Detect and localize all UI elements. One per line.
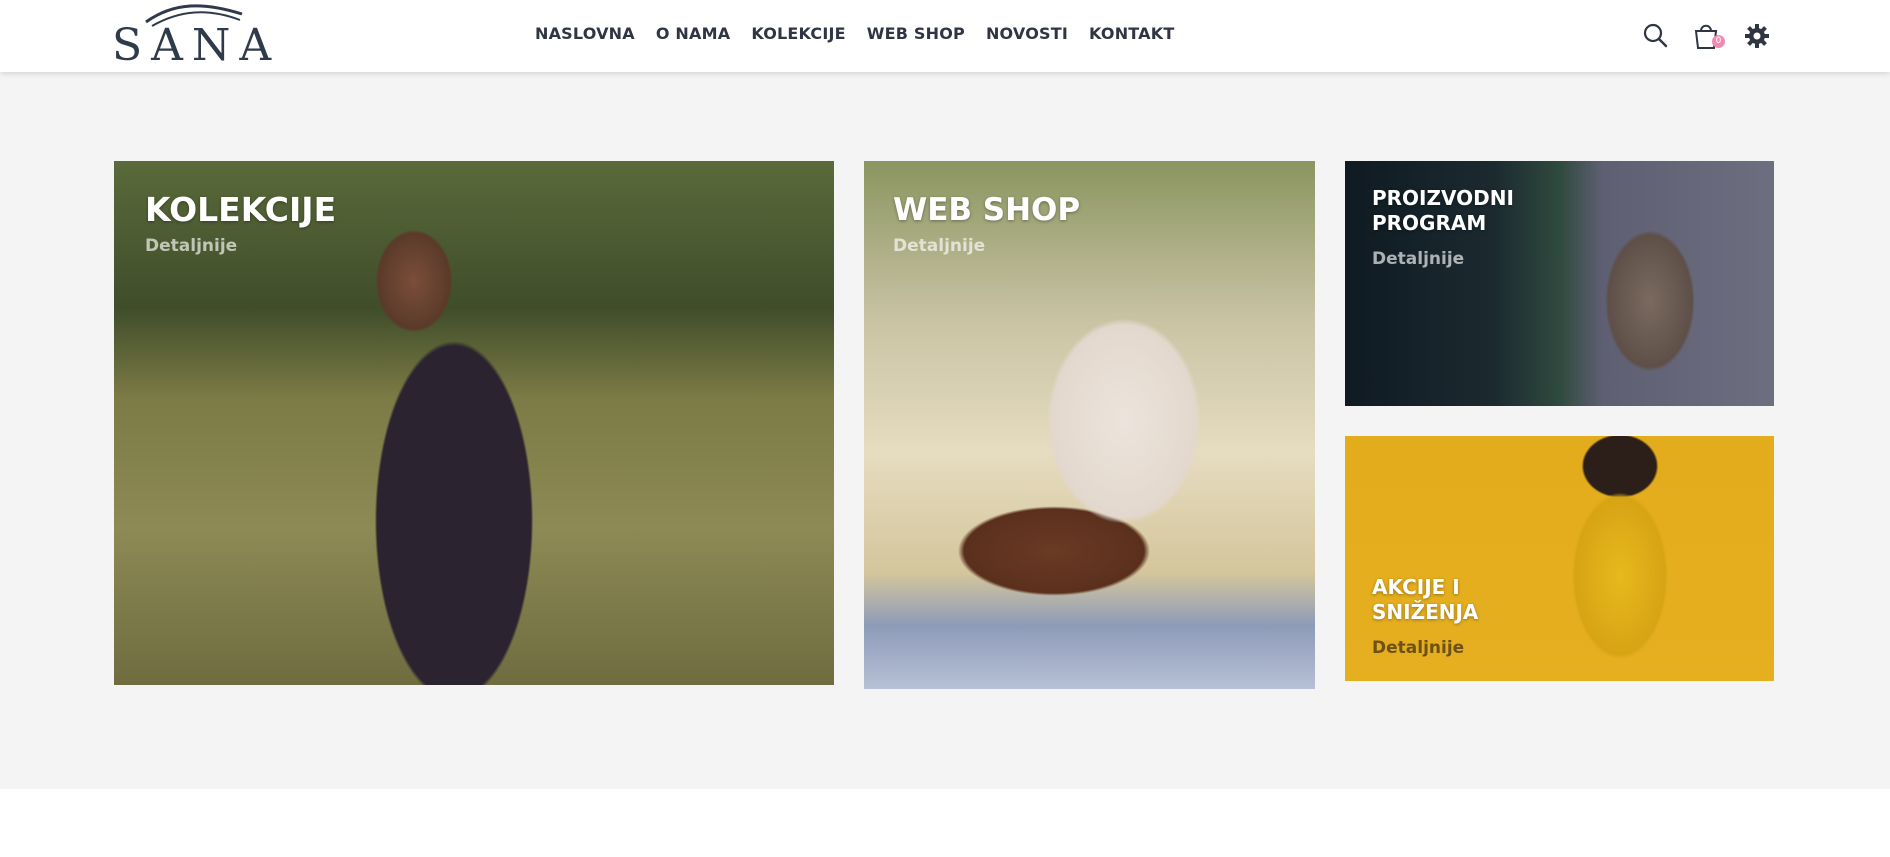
- tile-details-link[interactable]: Detaljnije: [1372, 249, 1464, 269]
- main-content: KOLEKCIJE Detaljnije WEB SHOP Detaljnije…: [0, 72, 1890, 789]
- nav-item-web-shop[interactable]: WEB SHOP: [867, 24, 965, 43]
- tile-title-line: AKCIJE I: [1372, 575, 1460, 599]
- nav-item-novosti[interactable]: NOVOSTI: [986, 24, 1068, 43]
- tile-title: KOLEKCIJE: [145, 190, 337, 229]
- tile-title-line: PROGRAM: [1372, 211, 1487, 235]
- tile-title: WEB SHOP: [893, 192, 1081, 228]
- search-icon[interactable]: [1640, 20, 1672, 52]
- tile-title-line: SNIŽENJA: [1372, 600, 1479, 624]
- tile-akcije-snizenja[interactable]: AKCIJE I SNIŽENJA Detaljnije: [1345, 436, 1774, 681]
- tile-title-line: PROIZVODNI: [1372, 186, 1514, 210]
- gear-icon[interactable]: [1741, 20, 1773, 52]
- tile-proizvodni-program[interactable]: PROIZVODNI PROGRAM Detaljnije: [1345, 161, 1774, 406]
- nav-item-o-nama[interactable]: O NAMA: [656, 24, 730, 43]
- nav-item-kontakt[interactable]: KONTAKT: [1089, 24, 1174, 43]
- cart-button[interactable]: 0: [1690, 20, 1725, 52]
- tile-web-shop[interactable]: WEB SHOP Detaljnije: [864, 161, 1315, 689]
- header-icons: 0: [1640, 20, 1775, 52]
- tile-details-link[interactable]: Detaljnije: [893, 236, 985, 256]
- logo-wordmark: SANA: [112, 20, 281, 71]
- tile-details-link[interactable]: Detaljnije: [1372, 638, 1464, 658]
- cart-count-badge: 0: [1712, 35, 1725, 48]
- tile-title: AKCIJE I SNIŽENJA: [1372, 575, 1478, 625]
- nav-item-naslovna[interactable]: NASLOVNA: [535, 24, 635, 43]
- main-nav: NASLOVNA O NAMA KOLEKCIJE WEB SHOP NOVOS…: [535, 24, 1195, 43]
- page-footer: [0, 789, 1890, 857]
- site-header: SANA NASLOVNA O NAMA KOLEKCIJE WEB SHOP …: [0, 0, 1890, 72]
- tile-details-link[interactable]: Detaljnije: [145, 236, 237, 256]
- tile-title: PROIZVODNI PROGRAM: [1372, 186, 1514, 236]
- tile-kolekcije[interactable]: KOLEKCIJE Detaljnije: [114, 161, 834, 685]
- nav-item-kolekcije[interactable]: KOLEKCIJE: [751, 24, 845, 43]
- sana-logo[interactable]: SANA: [112, 0, 272, 72]
